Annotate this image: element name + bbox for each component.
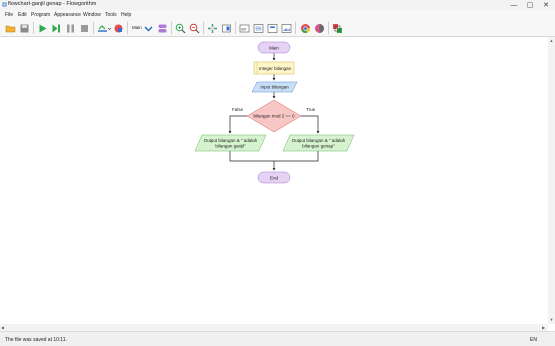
flowchart-diagram: Main Integer bilangan Input bilangan bil… (194, 41, 355, 184)
style-icon[interactable] (332, 23, 343, 34)
add-shape-icon[interactable] (207, 23, 218, 34)
decision-block[interactable]: bilangan mod 2 == 0 (246, 99, 302, 133)
output-true-line2: bilangan genap" (302, 144, 335, 149)
declare-block[interactable]: Integer bilangan (253, 61, 295, 75)
app-icon (2, 2, 7, 7)
save-icon[interactable] (19, 23, 30, 34)
toolbar-separator (295, 22, 296, 34)
run-icon[interactable] (37, 23, 48, 34)
end-label: End (270, 175, 279, 180)
input-block[interactable]: Input bilangan (251, 81, 298, 93)
step-icon[interactable] (51, 23, 62, 34)
status-language: EN (530, 337, 537, 343)
toolbar-separator (93, 22, 94, 34)
menu-appearance[interactable]: Appearance (54, 12, 81, 18)
chrome-icon[interactable] (300, 23, 311, 34)
toolbar-separator (33, 22, 34, 34)
output-true-block[interactable]: Output bilangan & " adalah bilangan gena… (282, 134, 355, 152)
scroll-left-icon[interactable]: ◀ (1, 325, 4, 330)
menu-program[interactable]: Program (31, 12, 50, 18)
source-code-icon[interactable]: SV (239, 23, 250, 34)
minimize-button[interactable]: — (506, 0, 522, 10)
output-false-line2: bilangan ganjil" (215, 144, 246, 149)
scroll-down-icon[interactable]: ▼ (550, 317, 554, 322)
menu-bar: File Edit Program Appearance Window Tool… (0, 10, 555, 19)
open-folder-icon[interactable] (5, 23, 16, 34)
debug-icon[interactable] (267, 23, 278, 34)
toolbar-separator (127, 22, 128, 34)
pause-icon[interactable] (65, 23, 76, 34)
zoom-in-icon[interactable] (175, 23, 186, 34)
menu-help[interactable]: Help (121, 12, 131, 18)
output-false-block[interactable]: Output bilangan & " adalah bilangan ganj… (194, 134, 267, 152)
scroll-right-icon[interactable]: ▶ (542, 325, 545, 330)
flowchart-canvas[interactable]: Main Integer bilangan Input bilangan bil… (0, 37, 548, 324)
stop-icon[interactable] (79, 23, 90, 34)
toolbar-separator (328, 22, 329, 34)
false-label: False (232, 107, 244, 112)
function-select[interactable]: Main (132, 25, 142, 30)
toolbar: Main SV (0, 19, 555, 37)
status-bar: The file was saved at 10:11. EN (0, 331, 555, 346)
menu-window[interactable]: Window (83, 12, 101, 18)
move-shape-icon[interactable] (221, 23, 232, 34)
horizontal-scrollbar[interactable]: ◀ ▶ (0, 324, 548, 331)
start-terminal[interactable]: Main (257, 41, 291, 54)
output-false-line1: Output bilangan & " adalah (204, 138, 258, 143)
maximize-button[interactable]: ▢ (522, 0, 538, 10)
image-icon[interactable] (281, 23, 292, 34)
declare-label: Integer bilangan (259, 66, 292, 71)
toolbar-separator (171, 22, 172, 34)
status-message: The file was saved at 10:11. (5, 337, 67, 343)
true-label: True (306, 107, 316, 112)
close-icon: ✕ (543, 2, 549, 9)
menu-tools[interactable]: Tools (105, 12, 117, 18)
close-button[interactable]: ✕ (538, 0, 554, 10)
function-dropdown-icon[interactable] (143, 23, 154, 34)
start-label: Main (269, 45, 279, 50)
color-theme-icon[interactable] (314, 23, 325, 34)
toolbar-separator (203, 22, 204, 34)
chevron-down-icon[interactable] (107, 23, 112, 34)
console-icon[interactable] (253, 23, 264, 34)
input-label: Input bilangan (260, 85, 289, 90)
output-true-line1: Output bilangan & " adalah (292, 138, 346, 143)
breakpoint-icon[interactable] (113, 23, 124, 34)
scroll-up-icon[interactable]: ▲ (550, 38, 554, 43)
menu-file[interactable]: File (5, 12, 13, 18)
menu-edit[interactable]: Edit (18, 12, 27, 18)
minimize-icon: — (510, 1, 518, 9)
layout-icon[interactable] (157, 23, 168, 34)
decision-label: bilangan mod 2 == 0 (253, 114, 295, 119)
maximize-icon: ▢ (526, 2, 534, 9)
toolbar-separator (235, 22, 236, 34)
svg-text:SV: SV (241, 27, 247, 32)
title-bar: flowchart-ganjil genap - Flowgorithm — ▢… (0, 0, 555, 10)
end-terminal[interactable]: End (257, 171, 291, 184)
zoom-out-icon[interactable] (189, 23, 200, 34)
vertical-scrollbar[interactable]: ▲ ▼ (548, 37, 555, 324)
window-title: flowchart-ganjil genap - Flowgorithm (8, 1, 97, 7)
